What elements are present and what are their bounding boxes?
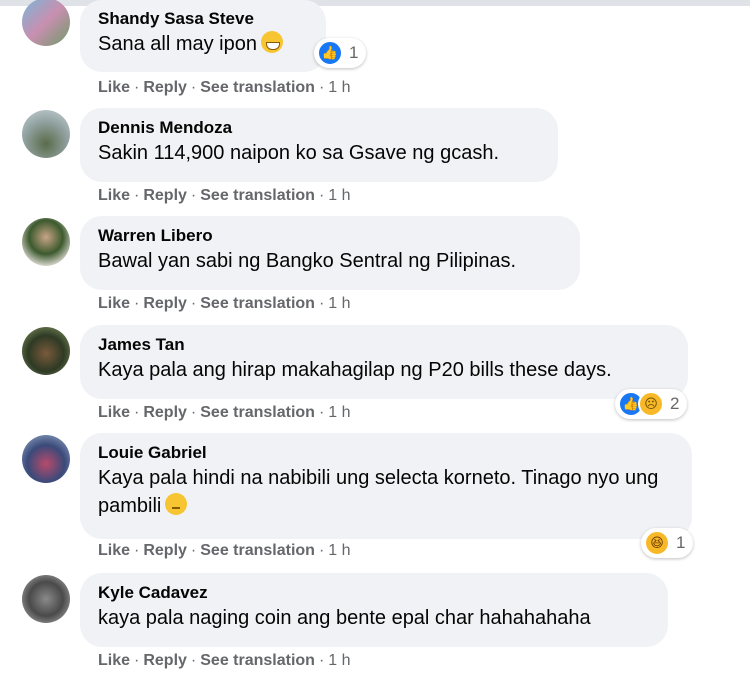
see-translation-link[interactable]: See translation — [200, 79, 315, 96]
reply-button[interactable]: Reply — [143, 187, 187, 204]
timestamp[interactable]: 1 h — [328, 79, 350, 96]
reaction-count: 2 — [670, 394, 680, 413]
separator: · — [190, 542, 197, 559]
avatar[interactable] — [22, 218, 70, 266]
commenter-name[interactable]: James Tan — [98, 334, 670, 356]
comment-bubble: Kyle Cadavez kaya pala naging coin ang b… — [80, 573, 668, 647]
comment-bubble: Shandy Sasa Steve Sana all may ipon — [80, 0, 326, 72]
separator: · — [318, 187, 325, 204]
separator: · — [134, 295, 140, 312]
see-translation-link[interactable]: See translation — [200, 187, 315, 204]
comment-text: Sana all may ipon — [98, 30, 308, 58]
comment-text: kaya pala naging coin ang bente epal cha… — [98, 607, 591, 629]
comment-bubble: Dennis Mendoza Sakin 114,900 naipon ko s… — [80, 108, 558, 182]
avatar[interactable] — [22, 327, 70, 375]
comment-text: Bawal yan sabi ng Bangko Sentral ng Pili… — [98, 250, 517, 272]
like-button[interactable]: Like — [98, 79, 130, 96]
see-translation-link[interactable]: See translation — [200, 295, 315, 312]
haha-reaction-icon: 😆 — [644, 530, 670, 556]
separator: · — [134, 187, 140, 204]
see-translation-link[interactable]: See translation — [200, 542, 315, 559]
timestamp[interactable]: 1 h — [328, 187, 350, 204]
sad-reaction-icon: ☹ — [638, 391, 664, 417]
separator: · — [134, 652, 140, 669]
commenter-name[interactable]: Dennis Mendoza — [98, 117, 540, 139]
separator: · — [318, 542, 325, 559]
comment-text: Sakin 114,900 naipon ko sa Gsave ng gcas… — [98, 142, 500, 164]
comment-bubble: James Tan Kaya pala ang hirap makahagila… — [80, 325, 688, 399]
separator: · — [134, 542, 140, 559]
separator: · — [318, 295, 325, 312]
like-button[interactable]: Like — [98, 295, 130, 312]
reply-button[interactable]: Reply — [143, 652, 187, 669]
comment-text-content: Sana all may ipon — [98, 33, 257, 55]
reaction-summary[interactable]: 👍 ☹ 2 — [615, 389, 688, 419]
commenter-name[interactable]: Kyle Cadavez — [98, 582, 650, 604]
like-button[interactable]: Like — [98, 404, 130, 421]
timestamp[interactable]: 1 h — [328, 295, 350, 312]
avatar[interactable] — [22, 435, 70, 483]
comment-actions: Like · Reply · See translation · 1 h — [98, 542, 351, 560]
reaction-summary[interactable]: 👍 1 — [314, 38, 367, 68]
reply-button[interactable]: Reply — [143, 404, 187, 421]
comment-actions: Like · Reply · See translation · 1 h — [98, 187, 351, 205]
separator: · — [190, 187, 197, 204]
timestamp[interactable]: 1 h — [328, 652, 350, 669]
comment-actions: Like · Reply · See translation · 1 h — [98, 652, 351, 670]
reaction-count: 1 — [349, 43, 359, 62]
commenter-name[interactable]: Warren Libero — [98, 225, 562, 247]
separator: · — [134, 404, 140, 421]
commenter-name[interactable]: Shandy Sasa Steve — [98, 8, 308, 30]
comment-text: Kaya pala ang hirap makahagilap ng P20 b… — [98, 359, 612, 381]
eye-roll-emoji-icon — [165, 493, 188, 515]
separator: · — [318, 79, 325, 96]
separator: · — [190, 652, 197, 669]
see-translation-link[interactable]: See translation — [200, 404, 315, 421]
commenter-name[interactable]: Louie Gabriel — [98, 442, 674, 464]
like-button[interactable]: Like — [98, 652, 130, 669]
comment-actions: Like · Reply · See translation · 1 h — [98, 79, 351, 97]
comment-text: Kaya pala hindi na nabibili ung selecta … — [98, 464, 668, 520]
timestamp[interactable]: 1 h — [328, 404, 350, 421]
reply-button[interactable]: Reply — [143, 542, 187, 559]
like-reaction-icon: 👍 — [317, 40, 343, 66]
avatar[interactable] — [22, 110, 70, 158]
like-button[interactable]: Like — [98, 187, 130, 204]
separator: · — [190, 404, 197, 421]
separator: · — [318, 652, 325, 669]
separator: · — [134, 79, 140, 96]
reaction-count: 1 — [676, 533, 686, 552]
separator: · — [190, 79, 197, 96]
separator: · — [318, 404, 325, 421]
like-button[interactable]: Like — [98, 542, 130, 559]
reply-button[interactable]: Reply — [143, 79, 187, 96]
separator: · — [190, 295, 197, 312]
avatar[interactable] — [22, 575, 70, 623]
avatar[interactable] — [22, 0, 70, 46]
comment-bubble: Louie Gabriel Kaya pala hindi na nabibil… — [80, 433, 692, 539]
reply-button[interactable]: Reply — [143, 295, 187, 312]
grinning-sweat-emoji-icon — [260, 31, 283, 53]
comment-actions: Like · Reply · See translation · 1 h — [98, 404, 351, 422]
timestamp[interactable]: 1 h — [328, 542, 350, 559]
comment-bubble: Warren Libero Bawal yan sabi ng Bangko S… — [80, 216, 580, 290]
comment-actions: Like · Reply · See translation · 1 h — [98, 295, 351, 313]
reaction-summary[interactable]: 😆 1 — [641, 528, 694, 558]
see-translation-link[interactable]: See translation — [200, 652, 315, 669]
